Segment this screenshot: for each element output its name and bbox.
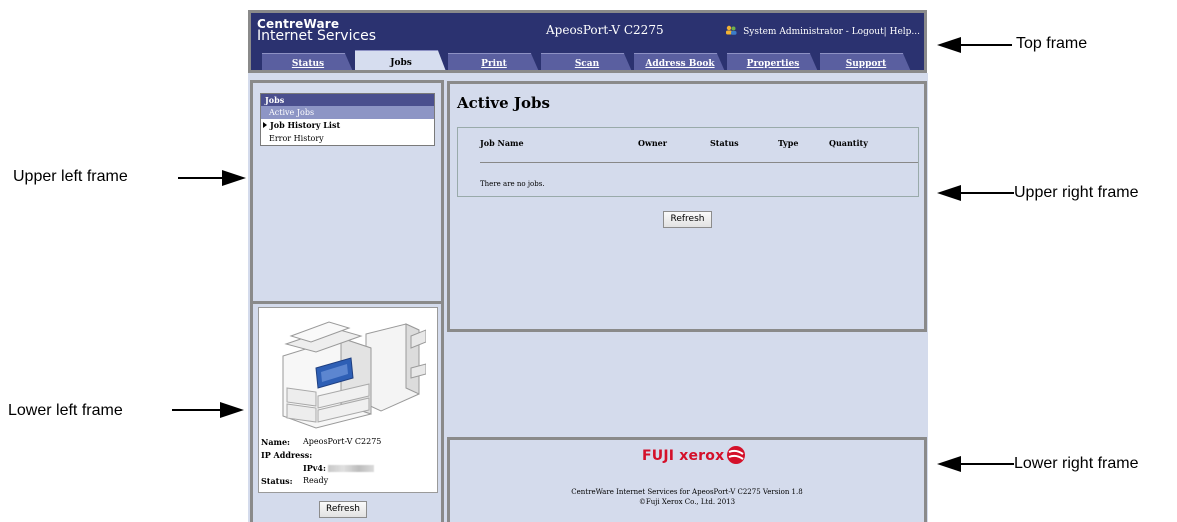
- arrow-right-icon: [220, 402, 244, 418]
- tab-address-book[interactable]: Address Book: [634, 53, 726, 70]
- top-frame: CentreWare Internet Services ApeosPort-V…: [248, 10, 927, 73]
- xerox-sphere-icon: [727, 446, 745, 464]
- annotation-arrow-line: [960, 44, 1012, 46]
- ip-address-label: IP Address:: [261, 450, 313, 460]
- annotation-arrow-line: [178, 177, 224, 179]
- upper-left-frame: Jobs Active Jobs Job History List Error …: [250, 80, 444, 304]
- nav-item-error-history[interactable]: Error History: [261, 132, 434, 145]
- lower-left-frame: Name: ApeosPort-V C2275 IP Address: IPv4…: [250, 301, 444, 522]
- annotation-lower-right-frame: Lower right frame: [1014, 455, 1139, 472]
- tab-bar: Status Jobs Print Scan Address Book Prop…: [251, 50, 924, 70]
- tab-scan[interactable]: Scan: [541, 53, 633, 70]
- ipv4-label: IPv4:: [303, 463, 326, 473]
- nav-menu: Jobs Active Jobs Job History List Error …: [260, 93, 435, 146]
- printer-icon: [282, 321, 426, 429]
- arrow-left-icon: [937, 456, 961, 472]
- column-header-status: Status: [710, 138, 739, 148]
- tab-print[interactable]: Print: [448, 53, 540, 70]
- nav-item-job-history-list[interactable]: Job History List: [261, 119, 434, 132]
- fuji-xerox-logo: FUJI xerox: [642, 448, 725, 464]
- status-value: Ready: [303, 476, 329, 485]
- arrow-right-icon: [222, 170, 246, 186]
- status-label: Status:: [261, 476, 293, 486]
- upper-right-frame: Active Jobs Job Name Owner Status Type Q…: [447, 81, 927, 332]
- nav-header: Jobs: [261, 94, 434, 106]
- annotation-arrow-line: [172, 409, 222, 411]
- header-divider: [480, 162, 918, 163]
- nav-item-active-jobs[interactable]: Active Jobs: [261, 106, 434, 119]
- device-title: ApeosPort-V C2275: [546, 23, 664, 37]
- column-header-quantity: Quantity: [829, 138, 868, 148]
- lower-right-frame: FUJI xerox CentreWare Internet Services …: [447, 437, 927, 522]
- jobs-table: Job Name Owner Status Type Quantity Ther…: [457, 127, 919, 197]
- device-refresh-button[interactable]: Refresh: [319, 501, 367, 518]
- tab-status[interactable]: Status: [262, 53, 354, 70]
- empty-message: There are no jobs.: [480, 180, 545, 188]
- logout-link[interactable]: - Logout|: [846, 27, 887, 37]
- annotation-top-frame: Top frame: [1016, 35, 1088, 52]
- annotation-arrow-line: [960, 192, 1014, 194]
- brand-subtitle: Internet Services: [257, 28, 377, 44]
- footer-copyright: ©Fuji Xerox Co., Ltd. 2013: [638, 498, 736, 506]
- footer-version: CentreWare Internet Services for ApeosPo…: [571, 488, 803, 496]
- page-title: Active Jobs: [457, 94, 550, 112]
- user-name: System Administrator: [743, 27, 843, 37]
- device-name-value: ApeosPort-V C2275: [303, 437, 382, 446]
- triangle-right-icon: [263, 122, 267, 128]
- device-name-label: Name:: [261, 437, 291, 447]
- column-header-owner: Owner: [638, 138, 667, 148]
- annotation-lower-left-frame: Lower left frame: [8, 402, 123, 419]
- arrow-left-icon: [937, 37, 961, 53]
- tab-support[interactable]: Support: [820, 53, 912, 70]
- column-header-job-name: Job Name: [480, 138, 524, 148]
- annotation-arrow-line: [960, 463, 1014, 465]
- annotation-upper-right-frame: Upper right frame: [1014, 184, 1139, 201]
- users-icon: [726, 25, 737, 35]
- jobs-refresh-button[interactable]: Refresh: [663, 211, 712, 228]
- nav-item-label: Job History List: [270, 120, 341, 130]
- tab-jobs[interactable]: Jobs: [355, 50, 447, 70]
- annotation-upper-left-frame: Upper left frame: [13, 168, 128, 185]
- ipv4-value-redacted: [328, 465, 375, 472]
- arrow-left-icon: [937, 185, 961, 201]
- help-link[interactable]: Help...: [890, 27, 920, 37]
- tab-properties[interactable]: Properties: [727, 53, 819, 70]
- user-area: System Administrator - Logout| Help...: [725, 25, 920, 37]
- device-card: Name: ApeosPort-V C2275 IP Address: IPv4…: [258, 307, 438, 493]
- column-header-type: Type: [778, 138, 799, 148]
